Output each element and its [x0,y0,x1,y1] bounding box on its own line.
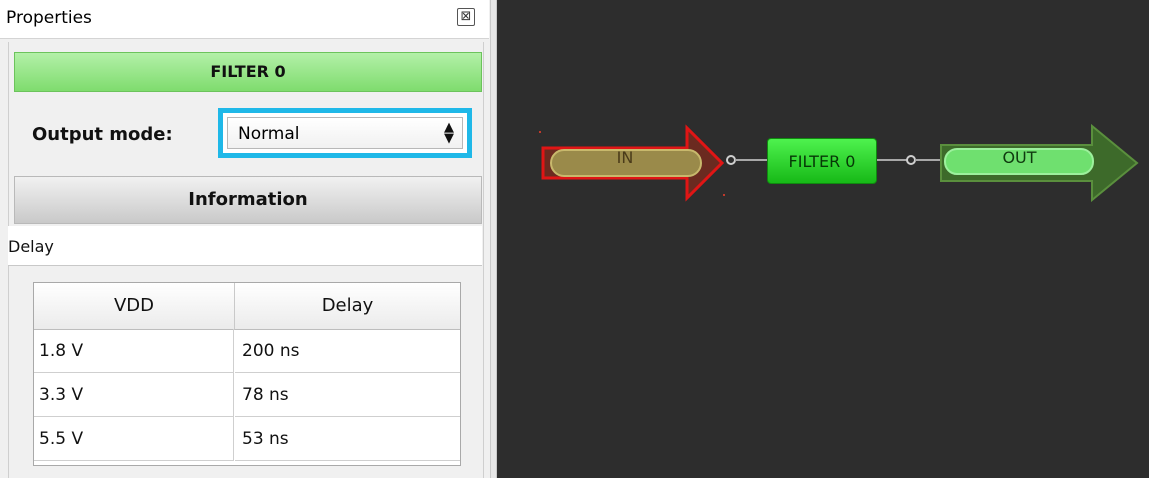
table-cell-vdd[interactable]: 5.5 V [34,417,234,461]
panel-splitter[interactable] [490,0,497,478]
schematic-wires [539,123,1139,203]
table-cell-delay[interactable]: 78 ns [235,373,460,417]
panel-title: Properties [6,8,92,28]
delay-section-label: Delay [8,237,54,256]
delay-table: VDD Delay 1.8 V 200 ns 3.3 V 78 ns 5.5 V… [33,282,461,466]
column-header-delay[interactable]: Delay [235,283,460,330]
close-icon[interactable]: ⊠ [457,8,475,26]
table-cell-vdd[interactable]: 1.8 V [34,329,234,373]
filter-block[interactable]: FILTER 0 [767,138,877,184]
block-name-header: FILTER 0 [14,52,482,92]
column-header-vdd[interactable]: VDD [34,283,235,330]
output-mode-label: Output mode: [32,124,173,145]
up-down-arrows-icon: ▲ ▼ [444,120,454,146]
properties-panel: Properties ⊠ FILTER 0 Output mode: Norma… [0,0,497,478]
out-pin-label: OUT [1002,148,1037,167]
table-cell-vdd[interactable]: 3.3 V [34,373,234,417]
output-mode-value: Normal [238,124,300,144]
selection-mark [539,131,541,133]
output-mode-dropdown[interactable]: Normal ▲ ▼ [227,117,463,149]
panel-title-bar: Properties ⊠ [0,0,489,39]
filter-output-connector[interactable] [906,155,916,165]
delay-section-row: Delay [8,226,482,266]
selection-mark [723,194,725,196]
in-pin-label: IN [616,148,634,167]
schematic-canvas[interactable]: IN FILTER 0 OUT [497,0,1149,478]
information-header: Information [14,176,482,224]
in-pin-connector[interactable] [726,155,736,165]
table-cell-delay[interactable]: 200 ns [235,329,460,373]
table-cell-delay[interactable]: 53 ns [235,417,460,461]
output-mode-select[interactable]: Normal ▲ ▼ [218,108,472,158]
